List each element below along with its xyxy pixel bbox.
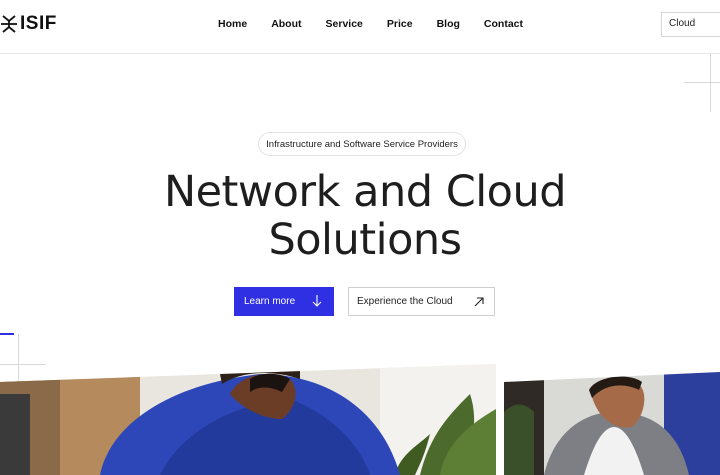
main-nav: Home About Service Price Blog Contact xyxy=(218,18,523,30)
arrow-down-icon xyxy=(312,295,322,307)
learn-more-button[interactable]: Learn more xyxy=(234,287,334,316)
experience-cloud-label: Experience the Cloud xyxy=(357,296,453,307)
search-input[interactable]: Cloud xyxy=(661,12,720,37)
hero-photo-main xyxy=(0,364,496,475)
logo-text: ISIF xyxy=(20,13,57,34)
arrow-up-right-icon xyxy=(474,297,484,307)
logo-icon xyxy=(1,15,17,33)
site-header: ISIF Home About Service Price Blog Conta… xyxy=(0,0,720,54)
photo-illustration xyxy=(0,364,496,475)
nav-home[interactable]: Home xyxy=(218,18,247,30)
hero-photo-side xyxy=(504,372,720,475)
hero-title: Network and Cloud Solutions xyxy=(0,168,720,264)
nav-blog[interactable]: Blog xyxy=(437,18,460,30)
nav-price[interactable]: Price xyxy=(387,18,413,30)
accent-marker xyxy=(0,333,14,335)
hero-title-line1: Network and Cloud xyxy=(163,167,567,217)
hero-title-line2: Solutions xyxy=(268,215,462,265)
brand-logo[interactable]: ISIF xyxy=(0,12,57,36)
learn-more-label: Learn more xyxy=(244,296,296,307)
nav-service[interactable]: Service xyxy=(326,18,363,30)
hero-badge: Infrastructure and Software Service Prov… xyxy=(258,132,466,156)
nav-about[interactable]: About xyxy=(271,18,301,30)
experience-cloud-button[interactable]: Experience the Cloud xyxy=(348,287,495,316)
nav-contact[interactable]: Contact xyxy=(484,18,523,30)
decorative-crosshair xyxy=(0,334,46,386)
decorative-crosshair xyxy=(684,54,720,112)
photo-illustration xyxy=(504,372,720,475)
